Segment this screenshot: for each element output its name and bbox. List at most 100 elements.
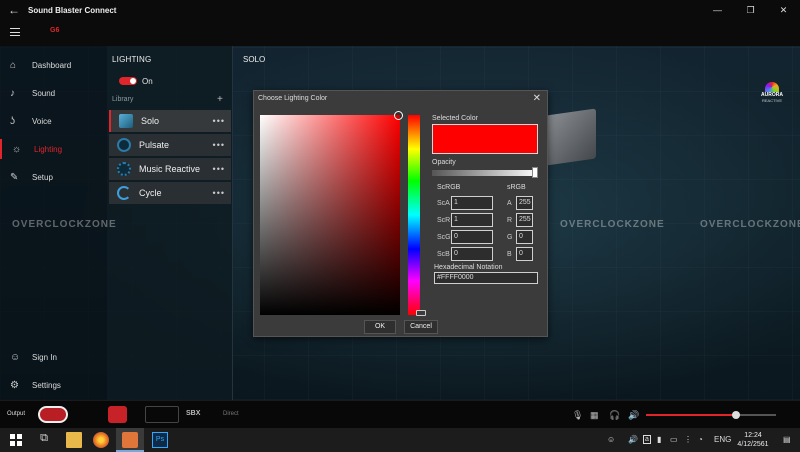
sidebar-item-label: Sound: [32, 88, 56, 98]
srgb-header: sRGB: [507, 184, 526, 191]
close-icon[interactable]: ✕: [533, 93, 541, 104]
hex-input[interactable]: #FFFF0000: [434, 272, 538, 284]
input-language[interactable]: ENG: [714, 435, 731, 444]
gear-icon: ⚙: [10, 379, 19, 391]
b-label: B: [507, 251, 512, 258]
add-effect-button[interactable]: +: [217, 94, 223, 105]
color-picker-marker[interactable]: [394, 111, 403, 120]
device-image: [546, 108, 596, 166]
maximize-button[interactable]: ❐: [734, 0, 767, 20]
tray-app-icon[interactable]: ▮: [657, 435, 661, 444]
hue-slider-thumb[interactable]: [416, 310, 426, 316]
sidebar-item-label: Setup: [32, 172, 53, 182]
wifi-icon[interactable]: ◔: [698, 435, 703, 444]
effect-solo[interactable]: Solo •••: [109, 110, 231, 132]
sidebar-item-label: Lighting: [34, 144, 63, 154]
solo-effect-icon: [119, 114, 133, 128]
clock[interactable]: 12:24 4/12/2561: [733, 431, 773, 449]
hamburger-menu-icon[interactable]: [10, 28, 20, 36]
sound-blaster-connect-taskbar-icon[interactable]: [122, 432, 138, 448]
sidebar-item-label: Settings: [32, 380, 61, 390]
notification-icon[interactable]: ▤: [783, 435, 791, 444]
volume-slider-thumb[interactable]: [731, 411, 740, 419]
aurora-logo-icon: [765, 82, 779, 92]
lighting-toggle[interactable]: [119, 77, 137, 85]
more-options-icon[interactable]: •••: [213, 164, 225, 174]
effect-pulsate[interactable]: Pulsate •••: [109, 134, 231, 156]
more-options-icon[interactable]: •••: [213, 188, 225, 198]
cancel-button[interactable]: Cancel: [404, 320, 438, 334]
sidebar-item-voice[interactable]: ʖ Voice: [0, 111, 107, 131]
people-icon[interactable]: ☺: [607, 435, 615, 444]
effect-name: Pulsate: [139, 140, 170, 150]
toggle-label: On: [142, 77, 153, 86]
effect-name: Solo: [141, 116, 160, 126]
mixer-icon[interactable]: ▦: [590, 410, 599, 421]
more-options-icon[interactable]: •••: [213, 116, 225, 126]
opacity-slider[interactable]: [432, 170, 538, 176]
device-tab-g6[interactable]: G6: [50, 27, 59, 34]
saturation-value-field[interactable]: [260, 115, 400, 315]
tray-volume-icon[interactable]: 🔊: [628, 435, 638, 444]
task-view-icon[interactable]: ⧉: [36, 432, 52, 448]
b-field[interactable]: 0: [516, 247, 533, 261]
gamepad-icon[interactable]: [108, 406, 127, 423]
effect-name: Cycle: [139, 188, 162, 198]
clock-date: 4/12/2561: [737, 441, 769, 448]
sidebar-item-setup[interactable]: ✎ Setup: [0, 167, 107, 187]
photoshop-icon[interactable]: Ps: [152, 432, 168, 448]
more-options-icon[interactable]: •••: [213, 140, 225, 150]
speaker-icon[interactable]: 🔊: [628, 410, 639, 421]
scr-field[interactable]: 1: [451, 213, 493, 227]
scg-field[interactable]: 0: [451, 230, 493, 244]
g-label: G: [507, 234, 513, 241]
close-button[interactable]: ✕: [767, 0, 800, 20]
scg-label: ScG: [437, 234, 451, 241]
music-reactive-effect-icon: [117, 162, 131, 176]
g-field[interactable]: 0: [516, 230, 533, 244]
network-icon[interactable]: ⋮: [684, 435, 692, 444]
hue-slider[interactable]: [408, 115, 420, 315]
windows-start-icon[interactable]: [8, 432, 24, 448]
music-note-icon: ♪: [10, 87, 15, 99]
sidebar-item-sign-in[interactable]: ☺ Sign In: [0, 347, 107, 367]
file-explorer-icon[interactable]: [66, 432, 82, 448]
r-field[interactable]: 255: [516, 213, 533, 227]
lighting-icon: ☼: [12, 143, 22, 155]
opacity-slider-thumb[interactable]: [532, 167, 538, 178]
a-field[interactable]: 255: [516, 196, 533, 210]
volume-slider-fill: [646, 414, 736, 416]
firefox-icon[interactable]: [93, 432, 109, 448]
microphone-icon[interactable]: 🎙: [572, 410, 583, 421]
ok-button[interactable]: OK: [364, 320, 396, 334]
dialog-title: Choose Lighting Color: [258, 95, 328, 102]
battery-icon[interactable]: ▭: [670, 435, 678, 444]
a-label: A: [507, 200, 512, 207]
headphones-output-icon[interactable]: [38, 406, 68, 423]
sidebar-item-settings[interactable]: ⚙ Settings: [0, 375, 107, 395]
library-label: Library: [112, 96, 134, 103]
r-label: R: [507, 217, 513, 224]
scb-field[interactable]: 0: [451, 247, 493, 261]
scout-mode-icon[interactable]: [145, 406, 179, 423]
sbx-label[interactable]: SBX: [186, 410, 200, 417]
lighting-panel: LIGHTING On Library + Solo ••• Pulsate •…: [107, 46, 233, 400]
watermark: OVERCLOCKZONE: [12, 219, 117, 230]
user-icon: ☺: [10, 351, 21, 363]
headphones-icon[interactable]: 🎧: [609, 410, 620, 421]
back-arrow-icon[interactable]: ←: [0, 3, 28, 17]
aurora-reactive-badge: AURORA REACTIVE: [760, 82, 784, 108]
minimize-button[interactable]: —: [701, 0, 734, 20]
taskbar: ⧉ Ps ☺ 🔊 a ▮ ▭ ⋮ ◔ ENG 12:24 4/12/2561 ▤: [0, 428, 800, 452]
direct-label[interactable]: Direct: [223, 411, 239, 417]
sca-field[interactable]: 1: [451, 196, 493, 210]
language-a-icon[interactable]: a: [643, 435, 651, 444]
sidebar-item-lighting[interactable]: ☼ Lighting: [0, 139, 107, 159]
watermark: OVERCLOCKZONE: [700, 219, 800, 230]
sidebar-item-dashboard[interactable]: ⌂ Dashboard: [0, 55, 107, 75]
effect-music-reactive[interactable]: Music Reactive •••: [109, 158, 231, 180]
home-icon: ⌂: [10, 59, 17, 71]
sidebar-item-sound[interactable]: ♪ Sound: [0, 83, 107, 103]
sidebar-item-label: Voice: [32, 116, 52, 126]
effect-cycle[interactable]: Cycle •••: [109, 182, 231, 204]
